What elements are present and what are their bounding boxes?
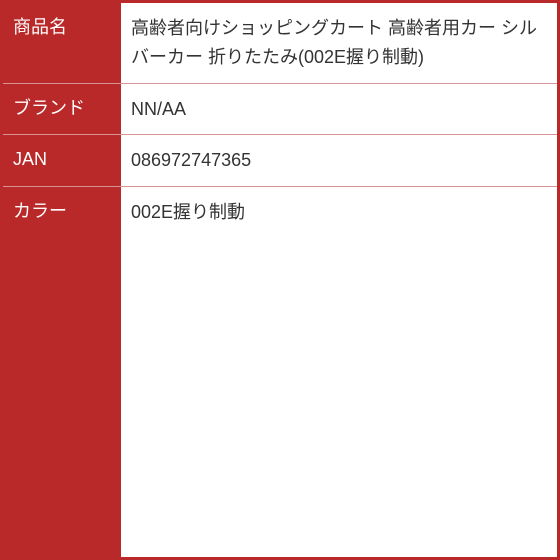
table-row: ブランド NN/AA (3, 84, 557, 136)
row-value-color: 002E握り制動 (121, 187, 557, 557)
row-label-product-name: 商品名 (3, 3, 121, 83)
table-row: 商品名 高齢者向けショッピングカート 高齢者用カー シルバーカー 折りたたみ(0… (3, 3, 557, 84)
product-spec-table: 商品名 高齢者向けショッピングカート 高齢者用カー シルバーカー 折りたたみ(0… (3, 3, 557, 557)
row-value-brand: NN/AA (121, 84, 557, 135)
table-row: カラー 002E握り制動 (3, 187, 557, 557)
row-label-jan: JAN (3, 135, 121, 186)
row-value-product-name: 高齢者向けショッピングカート 高齢者用カー シルバーカー 折りたたみ(002E握… (121, 3, 557, 83)
table-row: JAN 086972747365 (3, 135, 557, 187)
row-value-jan: 086972747365 (121, 135, 557, 186)
row-label-color: カラー (3, 187, 121, 557)
row-label-brand: ブランド (3, 84, 121, 135)
